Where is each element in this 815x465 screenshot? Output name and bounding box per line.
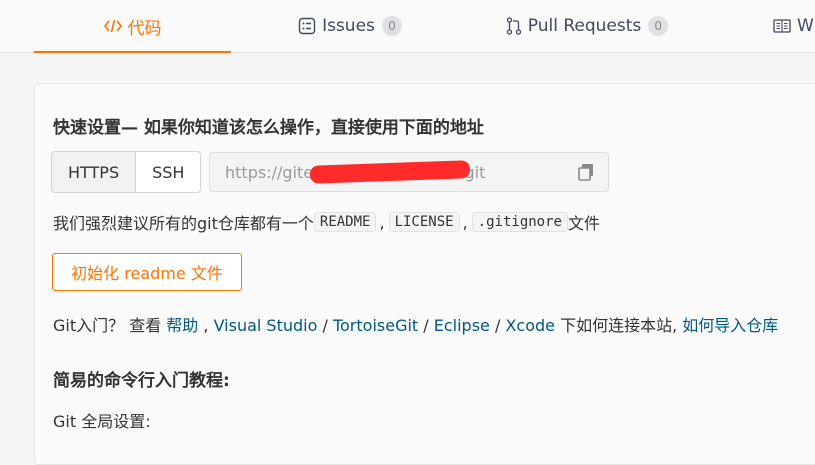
tab-wiki[interactable]: Wi bbox=[773, 0, 815, 52]
tab-wiki-label: Wi bbox=[797, 16, 815, 36]
repo-tab-bar: 代码 Issues 0 Pull Requests 0 Wi bbox=[0, 0, 815, 53]
pull-requests-count-badge: 0 bbox=[648, 16, 669, 36]
clone-url-field bbox=[209, 152, 609, 192]
slash-separator: / bbox=[418, 316, 434, 335]
tab-issues[interactable]: Issues 0 bbox=[298, 0, 402, 52]
ssh-button[interactable]: SSH bbox=[136, 152, 200, 192]
issues-icon bbox=[298, 17, 316, 35]
tortoisegit-link[interactable]: TortoiseGit bbox=[333, 316, 418, 335]
recommend-suffix: 文件 bbox=[567, 214, 600, 233]
slash-separator: / bbox=[317, 316, 333, 335]
protocol-toggle: HTTPS SSH bbox=[51, 151, 202, 193]
help-mid: 下如何连接本站, bbox=[555, 316, 683, 335]
recommend-prefix: 我们强烈建议所有的git仓库都有一个 bbox=[53, 214, 314, 233]
issues-count-badge: 0 bbox=[381, 16, 402, 36]
git-help-line: Git入门？ 查看 帮助 , Visual Studio / TortoiseG… bbox=[53, 312, 778, 336]
tab-pull-requests[interactable]: Pull Requests 0 bbox=[506, 0, 669, 52]
tutorial-heading: 简易的命令行入门教程: bbox=[53, 371, 230, 391]
eclipse-link[interactable]: Eclipse bbox=[434, 316, 490, 335]
visual-studio-link[interactable]: Visual Studio bbox=[214, 316, 318, 335]
readme-code: README bbox=[313, 212, 377, 232]
license-code: LICENSE bbox=[388, 212, 460, 232]
separator: , bbox=[462, 212, 468, 232]
tab-code[interactable]: 代码 bbox=[34, 0, 231, 53]
https-button[interactable]: HTTPS bbox=[52, 152, 137, 192]
tab-issues-label: Issues bbox=[322, 16, 375, 36]
git-global-setup-label: Git 全局设置: bbox=[53, 412, 151, 431]
quick-setup-heading: 快速设置— 如果你知道该怎么操作，直接使用下面的地址 bbox=[53, 118, 484, 138]
gitignore-code: .gitignore bbox=[471, 212, 568, 232]
init-readme-button[interactable]: 初始化 readme 文件 bbox=[52, 253, 242, 291]
help-link[interactable]: 帮助 bbox=[166, 316, 198, 335]
wiki-icon bbox=[773, 18, 791, 34]
code-icon bbox=[103, 18, 122, 34]
slash-separator: / bbox=[489, 316, 506, 335]
separator: , bbox=[379, 212, 385, 232]
quick-setup-panel: 快速设置— 如果你知道该怎么操作，直接使用下面的地址 HTTPS SSH 我们强… bbox=[34, 83, 815, 465]
copy-icon[interactable] bbox=[578, 163, 594, 185]
recommend-files-text: 我们强烈建议所有的git仓库都有一个 README , LICENSE , .g… bbox=[53, 210, 600, 234]
help-comma: , bbox=[198, 316, 214, 335]
tab-code-label: 代码 bbox=[127, 18, 162, 39]
pull-request-icon bbox=[506, 17, 522, 35]
tab-pull-requests-label: Pull Requests bbox=[527, 16, 642, 36]
help-prefix: Git入门？ 查看 bbox=[53, 316, 167, 335]
xcode-link[interactable]: Xcode bbox=[505, 316, 555, 335]
import-repo-link[interactable]: 如何导入仓库 bbox=[682, 316, 778, 335]
